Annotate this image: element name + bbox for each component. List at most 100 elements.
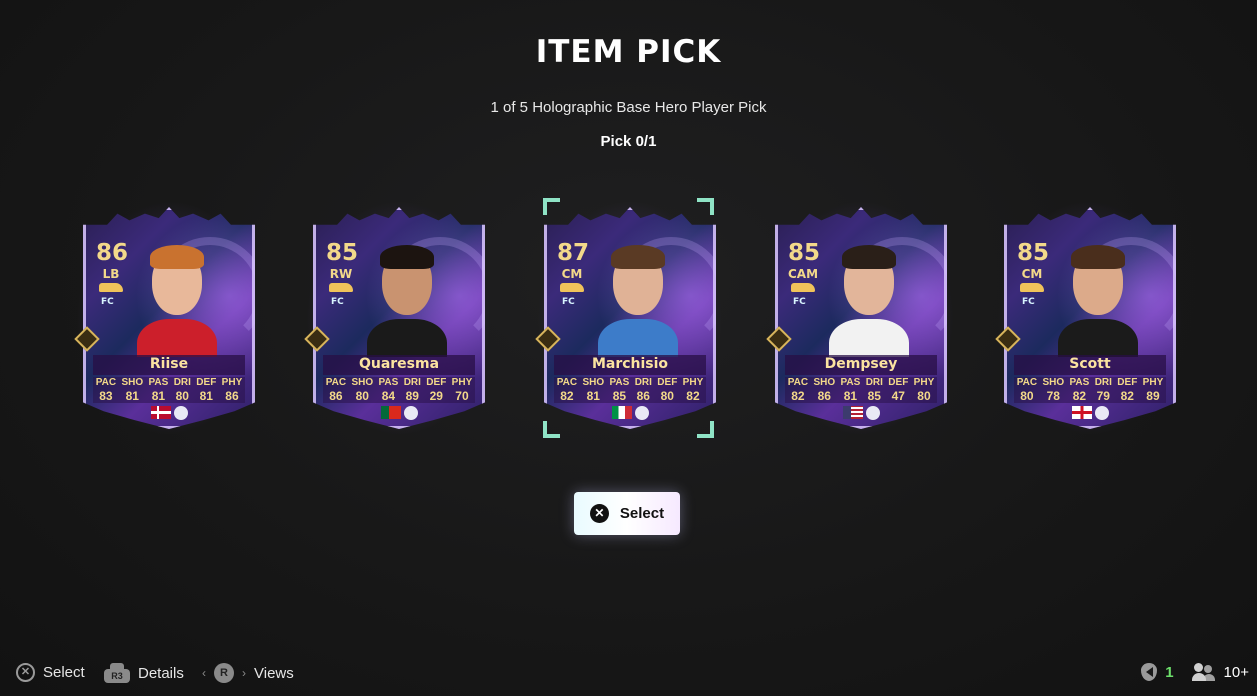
stat-phy: PHY 82: [683, 377, 704, 403]
stat-value: 84: [381, 389, 396, 403]
player-name: Riise: [149, 356, 189, 372]
league-logo-icon: [634, 406, 649, 420]
nation-flag-icon: [611, 406, 632, 419]
league-logo-icon: [173, 406, 188, 420]
footer-select-hint[interactable]: ✕ Select: [16, 663, 85, 682]
stat-sho: SHO 81: [121, 377, 143, 403]
player-card-scott[interactable]: 85 CM FC Scott PAC 80 SHO 78 PAS 82 DRI …: [1004, 207, 1176, 429]
stat-value: 80: [917, 389, 931, 403]
stat-label: PAS: [148, 377, 169, 388]
player-name: Scott: [1069, 356, 1111, 372]
stat-sho: SHO 81: [582, 377, 604, 403]
stat-row: PAC 83 SHO 81 PAS 81 DRI 80 DEF 81 PHY 8…: [93, 377, 245, 403]
stat-label: SHO: [1042, 377, 1065, 388]
player-card-marchisio[interactable]: 87 CM FC Marchisio PAC 82 SHO 81 PAS 85 …: [544, 207, 716, 429]
arrow-left-icon: ‹: [202, 666, 206, 680]
player-card-quaresma[interactable]: 85 RW FC Quaresma PAC 86 SHO 80 PAS 84 D…: [313, 207, 485, 429]
cross-button-icon: ✕: [16, 663, 35, 682]
fc-logo-icon: FC: [331, 297, 344, 307]
stat-sho: SHO 80: [351, 377, 373, 403]
stat-pas: PAS 81: [840, 377, 860, 403]
position-label: CM: [1021, 267, 1043, 281]
stat-value: 82: [686, 389, 700, 403]
league-logo-icon: [865, 406, 880, 420]
r-stick-icon: R: [214, 663, 234, 683]
stat-def: DEF 80: [657, 377, 677, 403]
stat-pas: PAS 81: [148, 377, 168, 403]
player-shirt: [829, 319, 909, 357]
player-portrait: [367, 239, 447, 357]
boot-icon: [1020, 283, 1044, 292]
selection-corner: [697, 421, 714, 438]
stat-value: 80: [175, 389, 189, 403]
footer-views-hint[interactable]: ‹ R › Views: [202, 663, 294, 683]
boot-icon: [560, 283, 584, 292]
player-card-riise[interactable]: 86 LB FC Riise PAC 83 SHO 81 PAS 81 DRI …: [83, 207, 255, 429]
stat-label: DRI: [403, 377, 421, 388]
stat-row: PAC 82 SHO 86 PAS 81 DRI 85 DEF 47 PHY 8…: [785, 377, 937, 403]
stat-dri: DRI 89: [404, 377, 421, 403]
stat-label: PAC: [325, 377, 347, 388]
stat-phy: PHY 89: [1143, 377, 1164, 403]
stat-value: 86: [636, 389, 650, 403]
player-shirt: [367, 319, 447, 357]
stat-row: PAC 86 SHO 80 PAS 84 DRI 89 DEF 29 PHY 7…: [323, 377, 475, 403]
player-hair: [842, 245, 896, 269]
fc-logo-icon: FC: [101, 297, 114, 307]
notification-icon: [1141, 663, 1158, 681]
stat-label: DRI: [173, 377, 191, 388]
stat-label: PAS: [378, 377, 399, 388]
boot-icon: [99, 283, 123, 292]
stat-label: DEF: [1117, 377, 1138, 388]
page-title: ITEM PICK: [535, 34, 722, 70]
cross-button-icon: ✕: [589, 504, 609, 523]
nation-flag-icon: [1071, 406, 1092, 419]
stat-label: PAS: [840, 377, 861, 388]
fc-logo-icon: FC: [562, 297, 575, 307]
stat-label: DRI: [865, 377, 883, 388]
player-hair: [380, 245, 434, 269]
stat-value: 82: [791, 389, 805, 403]
players-online-count: 10+: [1223, 663, 1249, 681]
notification-count: 1: [1165, 663, 1174, 681]
player-card-dempsey[interactable]: 85 CAM FC Dempsey PAC 82 SHO 86 PAS 81 D…: [775, 207, 947, 429]
stat-pac: PAC 82: [788, 377, 808, 403]
r3-button-text: R3: [104, 669, 130, 683]
arrow-right-icon: ›: [242, 666, 246, 680]
select-button[interactable]: ✕ Select: [574, 492, 680, 535]
league-logo-icon: [403, 406, 418, 420]
selection-corner: [697, 198, 714, 215]
nation-flag-icon: [380, 406, 401, 419]
stat-label: PAC: [95, 377, 117, 388]
boot-icon: [329, 283, 353, 292]
nation-flag-icon: [150, 406, 171, 419]
stat-value: 80: [1020, 389, 1034, 403]
stat-value: 80: [660, 389, 674, 403]
stat-label: SHO: [351, 377, 374, 388]
stat-pac: PAC 82: [557, 377, 577, 403]
stat-label: PAS: [609, 377, 630, 388]
stat-dri: DRI 79: [1095, 377, 1112, 403]
pick-subtitle: 1 of 5 Holographic Base Hero Player Pick: [490, 99, 767, 116]
status-area: 1 10+: [1141, 663, 1249, 681]
player-shirt: [137, 319, 217, 357]
player-portrait: [137, 239, 217, 357]
player-hair: [150, 245, 204, 269]
player-portrait: [829, 239, 909, 357]
stat-value: 78: [1046, 389, 1060, 403]
footer-details-hint[interactable]: R3 Details: [104, 663, 184, 683]
stat-value: 82: [1072, 389, 1087, 403]
stat-value: 81: [151, 389, 166, 403]
league-logo-icon: [1094, 406, 1109, 420]
stat-value: 82: [560, 389, 574, 403]
player-shirt: [1058, 319, 1138, 357]
player-hair: [1071, 245, 1125, 269]
stat-dri: DRI 80: [174, 377, 191, 403]
stat-value: 83: [99, 389, 113, 403]
footer-views-label: Views: [254, 664, 294, 682]
stat-phy: PHY 80: [914, 377, 935, 403]
stat-label: DRI: [634, 377, 652, 388]
stat-label: PAC: [1016, 377, 1038, 388]
stat-pas: PAS 85: [609, 377, 629, 403]
stat-label: DEF: [888, 377, 909, 388]
